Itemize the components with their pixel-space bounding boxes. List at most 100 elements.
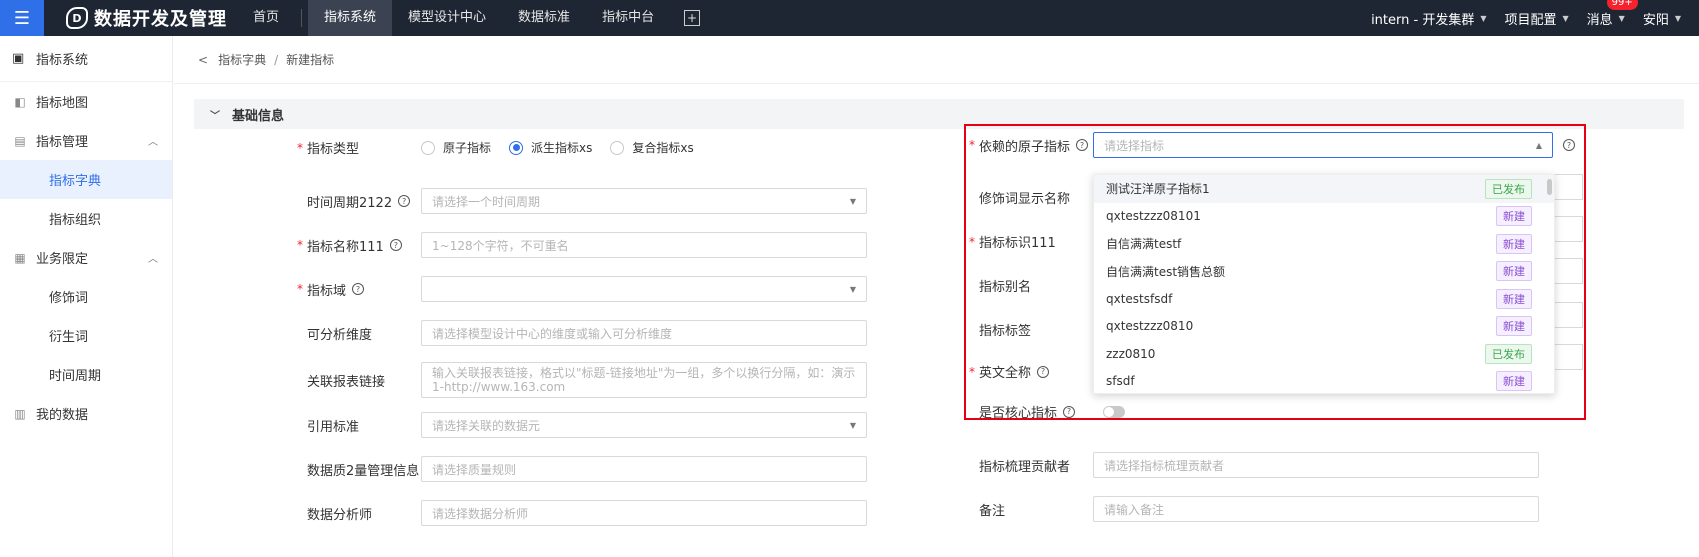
sidebar-item-derived-words[interactable]: 衍生词 <box>0 316 172 355</box>
field-dependent-atomic: * 依赖的原子指标? 请选择指标 ▲ ? <box>969 132 1575 158</box>
field-metric-tags: 指标标签 <box>979 320 1099 339</box>
chevron-down-icon: ﹀ <box>210 110 220 122</box>
radio-atomic[interactable]: 原子指标 <box>421 139 491 156</box>
caret-down-icon: ▼ <box>1480 13 1487 23</box>
field-contributor: 指标梳理贡献者 请选择指标梳理贡献者 <box>979 452 1539 478</box>
dependent-atomic-select[interactable]: 请选择指标 ▲ <box>1093 132 1553 158</box>
placeholder: 请选择模型设计中心的维度或输入可分析维度 <box>432 326 673 341</box>
metric-name-input[interactable]: 1~128个字符，不可重名 <box>421 232 867 258</box>
dropdown-option[interactable]: zzz0810 已发布 <box>1094 340 1554 368</box>
back-icon[interactable]: < <box>198 53 208 67</box>
help-icon[interactable]: ? <box>352 283 365 295</box>
sidebar-item-metrics-map[interactable]: ◧ 指标地图 <box>0 82 172 121</box>
remark-textarea[interactable]: 请输入备注 <box>1093 496 1539 522</box>
dropdown-option[interactable]: qxtestzzz08101 新建 <box>1094 203 1554 231</box>
quality-rules-select[interactable]: 请选择质量规则 <box>421 456 867 482</box>
label-text: 是否核心指标 <box>979 406 1058 421</box>
sidebar-item-metrics-management[interactable]: ▤ 指标管理 ︿ <box>0 121 172 160</box>
radio-dot <box>610 140 625 155</box>
placeholder: 请选择质量规则 <box>432 462 517 477</box>
app-title: 数据开发及管理 <box>94 9 227 30</box>
field-reference-standard: 引用标准 请选择关联的数据元 ▼ <box>307 412 867 438</box>
nav-metrics-system[interactable]: 指标系统 <box>308 0 393 36</box>
dropdown-scrollbar[interactable] <box>1547 179 1552 195</box>
sidebar-item-business-qualifier[interactable]: ▦ 业务限定 ︿ <box>0 238 172 277</box>
section-basic-info[interactable]: ﹀ 基础信息 <box>194 99 1684 129</box>
metric-domain-select[interactable]: ▼ <box>421 276 867 302</box>
english-name-input[interactable] <box>1553 344 1583 370</box>
help-icon[interactable]: ? <box>389 239 402 251</box>
time-period-select[interactable]: 请选择一个时间周期 ▼ <box>421 188 867 214</box>
messages-menu[interactable]: 消息 99+ ▼ <box>1587 0 1638 28</box>
field-remark: 备注 请输入备注 <box>979 496 1539 522</box>
sidebar-item-my-data[interactable]: ▥ 我的数据 <box>0 394 172 433</box>
required-mark: * <box>969 364 975 379</box>
core-metric-toggle[interactable] <box>1103 405 1125 418</box>
sidebar-item-modifiers[interactable]: 修饰词 <box>0 277 172 316</box>
help-icon[interactable]: ? <box>1037 365 1050 378</box>
help-icon[interactable]: ? <box>1063 405 1076 418</box>
analysis-dims-input[interactable]: 请选择模型设计中心的维度或输入可分析维度 <box>421 320 867 346</box>
add-tab-icon[interactable]: + <box>684 10 701 26</box>
app-logo[interactable]: D 数据开发及管理 <box>66 5 227 31</box>
status-badge: 新建 <box>1496 261 1532 282</box>
report-link-textarea[interactable]: 输入关联报表链接，格式以"标题-链接地址"为一组，多个以换行分隔，如：演示1-h… <box>421 362 867 398</box>
radio-composite[interactable]: 复合指标xs <box>610 139 694 156</box>
nav-metrics-platform[interactable]: 指标中台 <box>586 0 670 36</box>
field-metric-type: * 指标类型 原子指标 派生指标xs 复合指标xs <box>297 138 712 157</box>
nav-model-design[interactable]: 模型设计中心 <box>392 0 502 36</box>
dropdown-option[interactable]: 自信满满testf 新建 <box>1094 230 1554 258</box>
dropdown-option[interactable]: qxtestzzz0810 新建 <box>1094 313 1554 341</box>
message-count-badge: 99+ <box>1606 0 1638 10</box>
placeholder: 请选择指标梳理贡献者 <box>1104 458 1225 473</box>
metric-tags-input[interactable] <box>1553 302 1583 328</box>
sidebar-item-time-period[interactable]: 时间周期 <box>0 355 172 394</box>
grid-icon: ▥ <box>14 406 26 421</box>
nav-home[interactable]: 首页 <box>237 0 295 36</box>
map-icon: ◧ <box>14 94 26 109</box>
status-badge: 已发布 <box>1485 343 1532 364</box>
project-config-menu[interactable]: 项目配置 ▼ <box>1504 9 1568 28</box>
reference-standard-select[interactable]: 请选择关联的数据元 ▼ <box>421 412 867 438</box>
sidebar-item-metrics-dictionary[interactable]: 指标字典 <box>0 160 172 199</box>
caret-down-icon: ▼ <box>849 421 856 430</box>
field-modifier-display: 修饰词显示名称 <box>979 188 1099 207</box>
metric-identifier-input[interactable] <box>1553 216 1583 242</box>
label-text: 指标标识111 <box>979 236 1056 251</box>
placeholder: 1~128个字符，不可重名 <box>432 238 569 253</box>
field-label: 数据质2量管理信息 <box>307 460 421 479</box>
required-mark: * <box>297 140 303 155</box>
sidebar-header: ▣ 指标系统 <box>0 36 172 82</box>
label-text: 指标域 <box>307 283 347 299</box>
label-text: 指标名称111 <box>307 239 384 255</box>
breadcrumb-parent[interactable]: 指标字典 <box>218 51 266 68</box>
sidebar-item-metrics-org[interactable]: 指标组织 <box>0 199 172 238</box>
contributor-select[interactable]: 请选择指标梳理贡献者 <box>1093 452 1539 478</box>
required-mark: * <box>297 282 303 296</box>
help-icon[interactable]: ? <box>1563 139 1575 151</box>
dropdown-option[interactable]: 测试汪洋原子指标1 已发布 <box>1094 175 1554 203</box>
label-text: 指标别名 <box>979 280 1032 295</box>
user-menu[interactable]: 安阳 ▼ <box>1643 9 1681 28</box>
hamburger-icon[interactable]: ☰ <box>0 0 44 36</box>
option-name: zzz0810 <box>1106 346 1156 361</box>
dropdown-option[interactable]: qxtestsfsdf 新建 <box>1094 285 1554 313</box>
option-name: sfsdf <box>1106 374 1135 389</box>
field-metric-domain: * 指标域? ▼ <box>297 276 867 302</box>
dropdown-option[interactable]: 自信满满test销售总额 新建 <box>1094 258 1554 286</box>
modifier-display-input[interactable] <box>1553 174 1583 200</box>
breadcrumb-current: 新建指标 <box>286 53 335 67</box>
help-icon[interactable]: ? <box>398 195 411 207</box>
label-text: 时间周期2122 <box>307 195 393 211</box>
dropdown-option[interactable]: sfsdf 新建 <box>1094 368 1554 394</box>
cluster-select[interactable]: intern - 开发集群 ▼ <box>1371 9 1486 28</box>
field-label: 时间周期2122? <box>307 192 421 211</box>
metric-alias-input[interactable] <box>1553 258 1583 284</box>
radio-derived[interactable]: 派生指标xs <box>509 139 592 156</box>
status-badge: 新建 <box>1496 233 1532 254</box>
field-time-period: 时间周期2122? 请选择一个时间周期 ▼ <box>307 188 867 214</box>
data-analyst-select[interactable]: 请选择数据分析师 <box>421 500 867 526</box>
status-badge: 新建 <box>1496 206 1532 227</box>
nav-data-standard[interactable]: 数据标准 <box>502 0 586 36</box>
help-icon[interactable]: ? <box>1076 139 1089 151</box>
